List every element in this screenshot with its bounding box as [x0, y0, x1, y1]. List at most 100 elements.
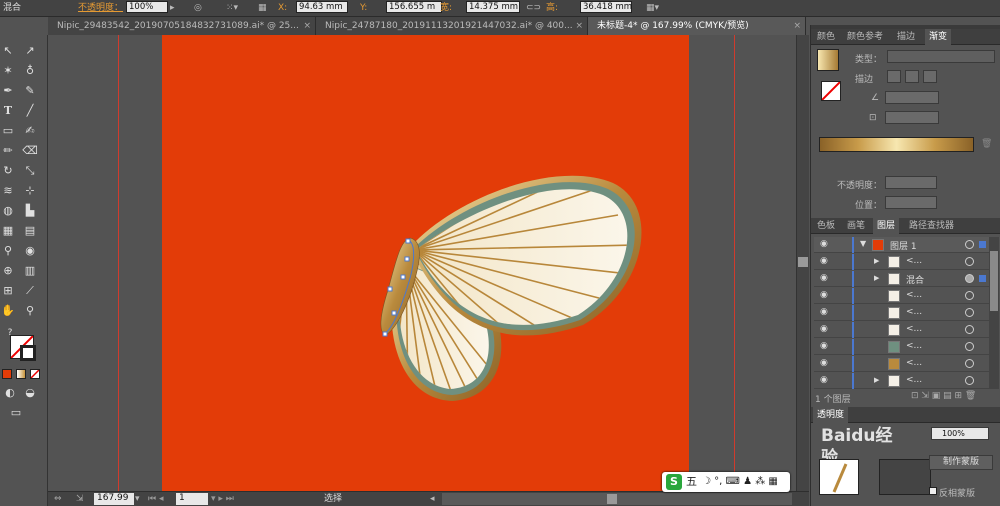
scroll-thumb[interactable]: [607, 494, 617, 504]
rectangle-tool-icon[interactable]: ▭: [0, 123, 16, 139]
visibility-eye-icon[interactable]: ◉: [820, 256, 830, 266]
stroke-within-icon[interactable]: [887, 70, 901, 83]
target-circle-icon[interactable]: [965, 274, 974, 283]
mesh-tool-icon[interactable]: ▦: [0, 223, 16, 239]
opacity-arrow-icon[interactable]: ▸: [170, 2, 175, 14]
doc-tab-3[interactable]: 未标题-4* @ 167.99% (CMYK/预览) ×: [588, 17, 806, 35]
pen-tool-icon[interactable]: ✒: [0, 83, 16, 99]
gradient-mode-icon[interactable]: [16, 369, 26, 379]
invert-mask-checkbox[interactable]: [929, 487, 937, 495]
stroke-across-icon[interactable]: [923, 70, 937, 83]
artboard-tool-icon[interactable]: ⊞: [0, 283, 16, 299]
visibility-eye-icon[interactable]: ◉: [820, 307, 830, 317]
stroke-swatch[interactable]: [20, 345, 36, 361]
target-circle-icon[interactable]: [965, 257, 974, 266]
layer-row[interactable]: ◉ <...: [814, 288, 994, 304]
curvature-tool-icon[interactable]: ✎: [22, 83, 38, 99]
gradient-preview[interactable]: [817, 49, 839, 71]
target-circle-icon[interactable]: [965, 240, 974, 249]
magic-wand-tool-icon[interactable]: ✶: [0, 63, 16, 79]
slice-tool-icon[interactable]: ⟋: [22, 283, 38, 299]
w-field[interactable]: 14.375 mm: [466, 1, 520, 13]
tab-pathfinder[interactable]: 路径查找器: [905, 218, 958, 234]
canvas-area[interactable]: [48, 35, 796, 491]
make-mask-button[interactable]: 制作蒙版: [929, 455, 993, 470]
ime-logo-icon[interactable]: S: [666, 474, 682, 490]
layer-row[interactable]: ◉ <...: [814, 322, 994, 338]
page-field[interactable]: 1: [176, 493, 208, 505]
transform-ref-icon[interactable]: ▦: [258, 2, 267, 14]
selection-tool-icon[interactable]: ↖: [0, 43, 16, 59]
vertical-scrollbar[interactable]: [796, 35, 809, 491]
next-page-icon[interactable]: ▾ ▸ ⏭: [211, 493, 234, 505]
line-tool-icon[interactable]: ╱: [22, 103, 38, 119]
scroll-thumb[interactable]: [798, 257, 808, 267]
gradient-opacity-field[interactable]: [885, 176, 937, 189]
graph-tool-icon[interactable]: ▙: [22, 203, 38, 219]
visibility-eye-icon[interactable]: ◉: [820, 239, 830, 249]
layer-row[interactable]: ◉ <...: [814, 356, 994, 372]
artboard-nav-icon[interactable]: ⇔: [54, 493, 62, 505]
tab-color[interactable]: 颜色: [813, 29, 839, 45]
x-field[interactable]: 94.63 mm: [296, 1, 348, 13]
visibility-eye-icon[interactable]: ◉: [820, 324, 830, 334]
tab-stroke[interactable]: 描边: [893, 29, 919, 45]
rotate-tool-icon[interactable]: ↻: [0, 163, 16, 179]
share-icon[interactable]: ⇲: [76, 493, 84, 505]
column-graph-tool-icon[interactable]: ▥: [22, 263, 38, 279]
expand-arrow-icon[interactable]: ▶: [874, 376, 879, 384]
y-field[interactable]: 156.655 m: [386, 1, 442, 13]
hand-tool-icon[interactable]: ✋: [0, 303, 16, 319]
close-icon[interactable]: ×: [575, 17, 583, 35]
selection-indicator[interactable]: [979, 241, 986, 248]
free-transform-tool-icon[interactable]: ⊹: [22, 183, 38, 199]
symbol-sprayer-tool-icon[interactable]: ⊕: [0, 263, 16, 279]
object-thumbnail[interactable]: [819, 459, 859, 495]
target-circle-icon[interactable]: [965, 291, 974, 300]
visibility-eye-icon[interactable]: ◉: [820, 273, 830, 283]
eyedropper-tool-icon[interactable]: ⚲: [0, 243, 16, 259]
stroke-along-icon[interactable]: [905, 70, 919, 83]
tab-transparency[interactable]: 透明度: [813, 407, 849, 423]
horizontal-scrollbar[interactable]: [442, 493, 792, 505]
angle-field[interactable]: [885, 91, 939, 104]
layer-row-main[interactable]: ◉ ▼ 图层 1: [814, 237, 994, 253]
lasso-tool-icon[interactable]: ♁: [22, 63, 38, 79]
none-mode-icon[interactable]: [30, 369, 40, 379]
mask-thumbnail[interactable]: [879, 459, 931, 495]
gradient-stroke-swatch[interactable]: [821, 81, 841, 101]
pencil-tool-icon[interactable]: ✏: [0, 143, 16, 159]
color-mode-icon[interactable]: [2, 369, 12, 379]
transparency-opacity-field[interactable]: 100%: [931, 427, 989, 440]
visibility-eye-icon[interactable]: ◉: [820, 290, 830, 300]
first-page-icon[interactable]: ⏮ ◂: [148, 493, 163, 505]
target-circle-icon[interactable]: [965, 376, 974, 385]
tab-color-guide[interactable]: 颜色参考: [843, 29, 887, 45]
opacity-field[interactable]: 100%: [126, 1, 168, 13]
width-tool-icon[interactable]: ≋: [0, 183, 16, 199]
ime-status-icons[interactable]: ☽ °, ⌨ ♟ ⁂ ▦: [702, 474, 778, 490]
ime-mode-label[interactable]: 五: [686, 474, 697, 490]
selection-indicator[interactable]: [979, 275, 986, 282]
gradient-slider[interactable]: [819, 137, 974, 152]
layer-row[interactable]: ◉ ▶ 混合: [814, 271, 994, 287]
visibility-eye-icon[interactable]: ◉: [820, 375, 830, 385]
tab-gradient[interactable]: 渐变: [925, 29, 952, 45]
visibility-eye-icon[interactable]: ◉: [820, 358, 830, 368]
draw-inside-icon[interactable]: ◒: [22, 385, 38, 401]
expand-arrow-icon[interactable]: ▶: [874, 257, 879, 265]
gradient-tool-icon[interactable]: ▤: [22, 223, 38, 239]
type-tool-icon[interactable]: T: [0, 103, 16, 119]
draw-mode-icon[interactable]: ◐: [2, 385, 18, 401]
status-arrow-icon[interactable]: ◂: [430, 493, 435, 505]
blend-tool-icon[interactable]: ◉: [22, 243, 38, 259]
layer-row[interactable]: ◉ <...: [814, 339, 994, 355]
opacity-label[interactable]: 不透明度：: [78, 2, 123, 14]
direct-selection-tool-icon[interactable]: ↗: [22, 43, 38, 59]
gradient-position-field[interactable]: [885, 196, 937, 209]
scroll-thumb[interactable]: [990, 251, 998, 311]
collapse-arrow-icon[interactable]: ▼: [860, 239, 866, 248]
aspect-field[interactable]: [885, 111, 939, 124]
expand-arrow-icon[interactable]: ▶: [874, 274, 879, 282]
screen-mode-icon[interactable]: ▭: [8, 405, 24, 421]
